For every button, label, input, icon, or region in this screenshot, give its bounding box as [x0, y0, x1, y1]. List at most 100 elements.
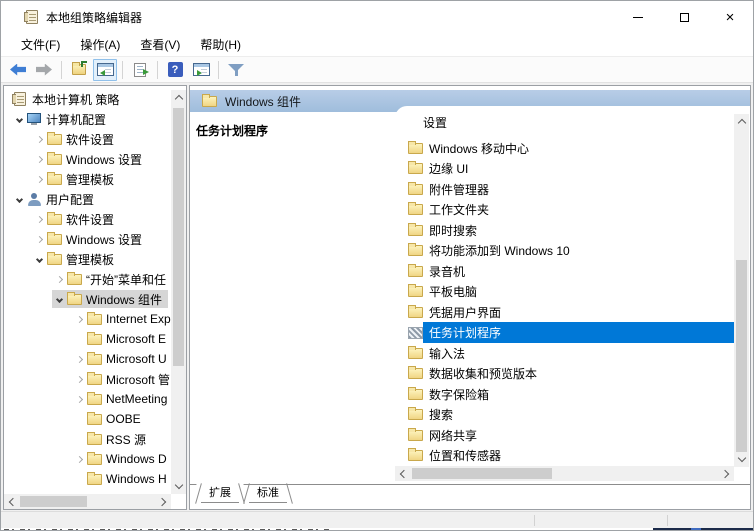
scroll-up-icon[interactable] — [171, 90, 186, 105]
export-list-button[interactable] — [128, 59, 152, 81]
tree-item[interactable]: 软件设置 — [4, 209, 171, 229]
settings-list-item[interactable]: 附件管理器 — [395, 179, 734, 200]
tree-item[interactable]: Microsoft E — [4, 329, 171, 349]
expander-chevron-icon[interactable] — [32, 177, 46, 182]
menu-view[interactable]: 查看(V) — [130, 33, 190, 56]
settings-list-item[interactable]: 任务计划程序 — [395, 323, 734, 344]
minimize-button[interactable] — [615, 1, 661, 33]
settings-list-item[interactable]: 搜索 — [395, 405, 734, 426]
tree-item[interactable]: RSS 源 — [4, 429, 171, 449]
expander-chevron-icon[interactable] — [52, 297, 66, 302]
folder-icon — [66, 294, 82, 305]
window-title: 本地组策略编辑器 — [46, 9, 142, 26]
menu-action[interactable]: 操作(A) — [70, 33, 130, 56]
scroll-down-icon[interactable] — [734, 452, 749, 467]
tree-item[interactable]: 用户配置 — [4, 189, 171, 209]
settings-column-header[interactable]: 设置 — [423, 114, 447, 131]
expander-chevron-icon[interactable] — [72, 377, 86, 382]
tree-item[interactable]: Windows H — [4, 469, 171, 489]
settings-list-item[interactable]: 即时搜索 — [395, 220, 734, 241]
maximize-button[interactable] — [661, 1, 707, 33]
toolbar-separator — [122, 61, 123, 79]
settings-item-label: 附件管理器 — [423, 179, 734, 200]
tree-item[interactable]: 管理模板 — [4, 249, 171, 269]
tree-item[interactable]: 管理模板 — [4, 169, 171, 189]
console-tree-toggle-button[interactable] — [93, 59, 117, 81]
list-horizontal-scrollbar[interactable] — [395, 466, 734, 481]
tree-item-label: 软件设置 — [66, 211, 114, 228]
tree-item-label: Windows D — [106, 452, 167, 466]
tree-item[interactable]: 软件设置 — [4, 129, 171, 149]
tree-item[interactable]: Internet Exp — [4, 309, 171, 329]
expander-chevron-icon[interactable] — [12, 117, 26, 122]
settings-list-item[interactable]: 凭据用户界面 — [395, 302, 734, 323]
tree-item-label: Windows 组件 — [86, 291, 162, 308]
expander-chevron-icon[interactable] — [32, 137, 46, 142]
back-button[interactable] — [6, 59, 30, 81]
settings-item-label: 数字保险箱 — [423, 384, 734, 405]
settings-list-item[interactable]: 录音机 — [395, 261, 734, 282]
list-vertical-scrollbar[interactable] — [734, 114, 749, 467]
expander-chevron-icon[interactable] — [72, 457, 86, 462]
tree-hscroll-thumb[interactable] — [20, 496, 87, 507]
expander-chevron-icon[interactable] — [32, 217, 46, 222]
tree-item[interactable]: 计算机配置 — [4, 109, 171, 129]
tree-item-label: NetMeeting — [106, 392, 167, 406]
settings-list-item[interactable]: 输入法 — [395, 343, 734, 364]
close-button[interactable]: × — [707, 1, 753, 33]
tab-standard[interactable]: 标准 — [244, 484, 292, 503]
tree-item[interactable]: “开始”菜单和任 — [4, 269, 171, 289]
expander-chevron-icon[interactable] — [72, 317, 86, 322]
scroll-icon — [12, 92, 28, 106]
menu-file[interactable]: 文件(F) — [11, 33, 70, 56]
close-icon: × — [726, 10, 735, 25]
scroll-right-icon[interactable] — [719, 466, 734, 481]
settings-list-item[interactable]: 数字保险箱 — [395, 384, 734, 405]
expander-chevron-icon[interactable] — [72, 357, 86, 362]
expander-chevron-icon[interactable] — [32, 157, 46, 162]
scroll-left-icon[interactable] — [395, 466, 410, 481]
scroll-left-icon[interactable] — [4, 494, 19, 509]
tree-item[interactable]: Windows 组件 — [4, 289, 171, 309]
show-action-pane-button[interactable] — [189, 59, 213, 81]
tree-item[interactable]: NetMeeting — [4, 389, 171, 409]
tree-item[interactable]: Microsoft U — [4, 349, 171, 369]
settings-list-item[interactable]: 将功能添加到 Windows 10 — [395, 241, 734, 262]
tree-horizontal-scrollbar[interactable] — [4, 494, 171, 509]
list-vscroll-thumb[interactable] — [736, 260, 747, 452]
menu-help[interactable]: 帮助(H) — [190, 33, 251, 56]
settings-item-label: 录音机 — [423, 261, 734, 282]
help-button[interactable]: ? — [163, 59, 187, 81]
tree-item[interactable]: 本地计算机 策略 — [4, 89, 171, 109]
tab-extended[interactable]: 扩展 — [196, 484, 244, 503]
tree-vertical-scrollbar[interactable] — [171, 90, 186, 494]
settings-list-item[interactable]: Windows 移动中心 — [395, 138, 734, 159]
expander-chevron-icon[interactable] — [52, 277, 66, 282]
toolbar-separator — [61, 61, 62, 79]
settings-list-item[interactable]: 工作文件夹 — [395, 200, 734, 221]
list-hscroll-thumb[interactable] — [412, 468, 552, 479]
expander-chevron-icon[interactable] — [32, 237, 46, 242]
settings-list-item[interactable]: 数据收集和预览版本 — [395, 364, 734, 385]
scroll-up-icon[interactable] — [734, 114, 749, 129]
expander-chevron-icon[interactable] — [12, 197, 26, 202]
tree-item[interactable]: Windows D — [4, 449, 171, 469]
settings-list-item[interactable]: 平板电脑 — [395, 282, 734, 303]
tree-item[interactable]: Windows 设置 — [4, 229, 171, 249]
forward-button[interactable] — [32, 59, 56, 81]
filter-button[interactable] — [224, 59, 248, 81]
expander-chevron-icon[interactable] — [72, 397, 86, 402]
settings-list-item[interactable]: 网络共享 — [395, 425, 734, 446]
tree-item[interactable]: OOBE — [4, 409, 171, 429]
scroll-right-icon[interactable] — [156, 494, 171, 509]
tree-item[interactable]: Microsoft 管 — [4, 369, 171, 389]
tree-item[interactable]: Windows 设置 — [4, 149, 171, 169]
up-one-level-button[interactable] — [67, 59, 91, 81]
scroll-down-icon[interactable] — [171, 479, 186, 494]
tree-vscroll-thumb[interactable] — [173, 108, 184, 366]
expander-chevron-icon[interactable] — [32, 257, 46, 262]
export-list-icon — [134, 63, 146, 77]
menu-bar: 文件(F) 操作(A) 查看(V) 帮助(H) — [1, 33, 753, 57]
settings-list-item[interactable]: 边缘 UI — [395, 159, 734, 180]
settings-list-item[interactable]: 位置和传感器 — [395, 446, 734, 467]
